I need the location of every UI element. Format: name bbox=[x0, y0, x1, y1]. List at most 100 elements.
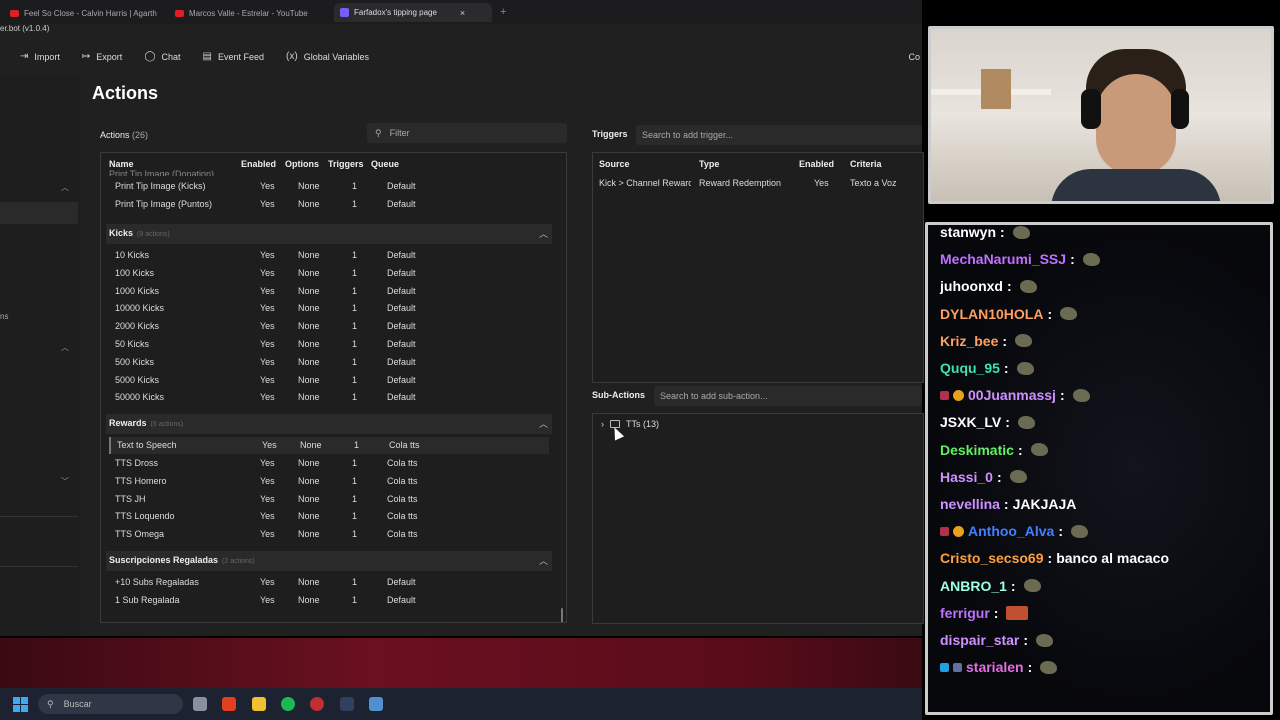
new-tab-button[interactable]: + bbox=[500, 6, 506, 18]
chat-username[interactable]: DYLAN10HOLA bbox=[940, 306, 1043, 322]
taskbar-search-input[interactable]: ⚲ Buscar bbox=[38, 694, 183, 714]
toolbar-overflow-item[interactable]: Co bbox=[908, 52, 920, 62]
table-row[interactable]: 1 Sub Regalada Yes None 1 Default bbox=[109, 592, 549, 609]
chevron-right-icon[interactable]: › bbox=[601, 419, 604, 429]
chat-username[interactable]: ANBRO_1 bbox=[940, 578, 1007, 594]
table-row[interactable]: 10 Kicks Yes None 1 Default bbox=[109, 247, 549, 264]
app-icon[interactable] bbox=[310, 697, 324, 711]
sidebar-selected-item[interactable] bbox=[0, 202, 78, 224]
table-row[interactable]: 5000 Kicks Yes None 1 Default bbox=[109, 372, 549, 389]
browser-tab-3[interactable]: Farfadox's tipping page × bbox=[334, 3, 492, 22]
group-header[interactable]: Suscripciones Regaladas (2 actions) ︿ bbox=[106, 551, 552, 571]
close-tab-icon[interactable]: × bbox=[460, 8, 465, 18]
chat-username[interactable]: JSXK_LV bbox=[940, 414, 1001, 430]
spotify-icon[interactable] bbox=[281, 697, 295, 711]
youtube-icon bbox=[175, 9, 184, 17]
chat-username[interactable]: Ququ_95 bbox=[940, 360, 1000, 376]
actions-section-label: Actions (26) bbox=[100, 130, 148, 140]
chat-button[interactable]: ◯ Chat bbox=[144, 51, 180, 62]
table-row[interactable]: +10 Subs Regaladas Yes None 1 Default bbox=[109, 574, 549, 591]
group-header[interactable]: Rewards (6 actions) ︿ bbox=[106, 414, 552, 435]
chevron-up-icon[interactable]: ︿ bbox=[61, 182, 69, 193]
subaction-search-input[interactable]: Search to add sub-action... bbox=[654, 386, 922, 406]
windows-start-icon[interactable] bbox=[13, 697, 28, 712]
export-button[interactable]: ↦ Export bbox=[82, 51, 122, 62]
chevron-up-icon[interactable]: ︿ bbox=[539, 227, 548, 240]
browser-tab-2[interactable]: Marcos Valle - Estrelar - YouTube bbox=[175, 5, 325, 21]
action-options: None bbox=[298, 267, 320, 278]
column-header-name[interactable]: Name bbox=[109, 159, 134, 169]
filter-input[interactable]: ⚲ Filter bbox=[367, 123, 567, 143]
global-variables-button[interactable]: (x) Global Variables bbox=[286, 51, 369, 62]
import-button[interactable]: ⇥ Import bbox=[20, 51, 60, 62]
column-header-source[interactable]: Source bbox=[599, 159, 630, 169]
table-row[interactable]: 50000 Kicks Yes None 1 Default bbox=[109, 389, 549, 406]
app-window: er.bot (v1.0.4) ⇥ Import ↦ Export ◯ Chat… bbox=[0, 24, 924, 652]
action-options: None bbox=[300, 440, 322, 451]
chat-separator: : bbox=[1047, 305, 1053, 322]
table-row[interactable]: Text to Speech Yes None 1 Cola tts bbox=[109, 437, 549, 455]
table-row[interactable]: TTS Omega Yes None 1 Cola tts bbox=[109, 526, 549, 543]
chat-message: Ququ_95: bbox=[940, 360, 1034, 376]
twitch-icon bbox=[340, 8, 349, 17]
streamerbot-icon[interactable] bbox=[369, 697, 383, 711]
table-row[interactable]: TTS Loquendo Yes None 1 Cola tts bbox=[109, 508, 549, 525]
chat-username[interactable]: Anthoo_Alva bbox=[968, 523, 1054, 539]
chevron-up-icon[interactable]: ︿ bbox=[61, 342, 69, 353]
chat-username[interactable]: starialen bbox=[966, 659, 1024, 675]
table-row[interactable]: 500 Kicks Yes None 1 Default bbox=[109, 354, 549, 371]
chevron-down-icon[interactable]: ﹀ bbox=[61, 476, 69, 487]
chat-separator: : bbox=[1027, 659, 1033, 676]
column-header-queue[interactable]: Queue bbox=[371, 159, 399, 169]
chevron-up-icon[interactable]: ︿ bbox=[539, 417, 548, 430]
action-queue: Default bbox=[387, 594, 416, 605]
chat-username[interactable]: 00Juanmassj bbox=[968, 387, 1056, 403]
event-feed-button[interactable]: ▤ Event Feed bbox=[203, 51, 264, 62]
trigger-search-input[interactable]: Search to add trigger... bbox=[636, 125, 922, 145]
chat-username[interactable]: MechaNarumi_SSJ bbox=[940, 251, 1066, 267]
table-row[interactable]: Print Tip Image (Puntos) Yes None 1 Default bbox=[109, 196, 549, 213]
file-explorer-icon[interactable] bbox=[252, 697, 266, 711]
chat-username[interactable]: stanwyn bbox=[940, 225, 996, 240]
chat-username[interactable]: juhoonxd bbox=[940, 278, 1003, 294]
task-view-icon[interactable] bbox=[193, 697, 207, 711]
column-header-triggers[interactable]: Triggers bbox=[328, 159, 364, 169]
column-header-type[interactable]: Type bbox=[699, 159, 719, 169]
table-row[interactable]: 2000 Kicks Yes None 1 Default bbox=[109, 318, 549, 335]
chat-username[interactable]: nevellina bbox=[940, 496, 1000, 512]
chat-message: ANBRO_1: bbox=[940, 578, 1041, 594]
chat-username[interactable]: ferrigur bbox=[940, 605, 990, 621]
chat-username[interactable]: Kriz_bee bbox=[940, 333, 998, 349]
table-row[interactable]: 100 Kicks Yes None 1 Default bbox=[109, 265, 549, 282]
chat-separator: : bbox=[1000, 224, 1005, 240]
action-enabled: Yes bbox=[260, 392, 275, 403]
table-row[interactable]: TTS Dross Yes None 1 Cola tts bbox=[109, 455, 549, 472]
brave-browser-icon[interactable] bbox=[222, 697, 236, 711]
column-header-criteria[interactable]: Criteria bbox=[850, 159, 882, 169]
rock-emote-icon bbox=[1023, 579, 1041, 593]
global-variables-label: Global Variables bbox=[303, 51, 370, 62]
action-queue: Cola tts bbox=[387, 511, 418, 522]
action-queue: Default bbox=[387, 267, 416, 278]
table-row[interactable]: TTS Homero Yes None 1 Cola tts bbox=[109, 473, 549, 490]
column-header-enabled[interactable]: Enabled bbox=[799, 159, 834, 169]
table-row[interactable]: TTS JH Yes None 1 Cola tts bbox=[109, 491, 549, 508]
table-row[interactable]: Print Tip Image (Kicks) Yes None 1 Default bbox=[109, 178, 549, 195]
group-name: Rewards (6 actions) bbox=[109, 418, 184, 429]
subaction-folder[interactable]: › TTs (13) bbox=[601, 419, 659, 429]
browser-tab-1[interactable]: Feel So Close - Calvin Harris | Agarth bbox=[10, 5, 160, 21]
column-header-options[interactable]: Options bbox=[285, 159, 319, 169]
app-icon[interactable] bbox=[340, 697, 354, 711]
chevron-up-icon[interactable]: ︿ bbox=[539, 554, 548, 567]
scrollbar[interactable] bbox=[561, 608, 563, 622]
table-row[interactable]: 50 Kicks Yes None 1 Default bbox=[109, 336, 549, 353]
table-row[interactable]: 1000 Kicks Yes None 1 Default bbox=[109, 283, 549, 300]
chat-username[interactable]: Deskimatic bbox=[940, 442, 1014, 458]
group-header[interactable]: Kicks (9 actions) ︿ bbox=[106, 224, 552, 244]
column-header-enabled[interactable]: Enabled bbox=[241, 159, 276, 169]
chat-username[interactable]: Hassi_0 bbox=[940, 469, 993, 485]
chat-username[interactable]: Cristo_secso69 bbox=[940, 550, 1044, 566]
table-row[interactable]: 10000 Kicks Yes None 1 Default bbox=[109, 300, 549, 317]
chat-username[interactable]: dispair_star bbox=[940, 632, 1019, 648]
chat-message: MechaNarumi_SSJ: bbox=[940, 251, 1100, 267]
